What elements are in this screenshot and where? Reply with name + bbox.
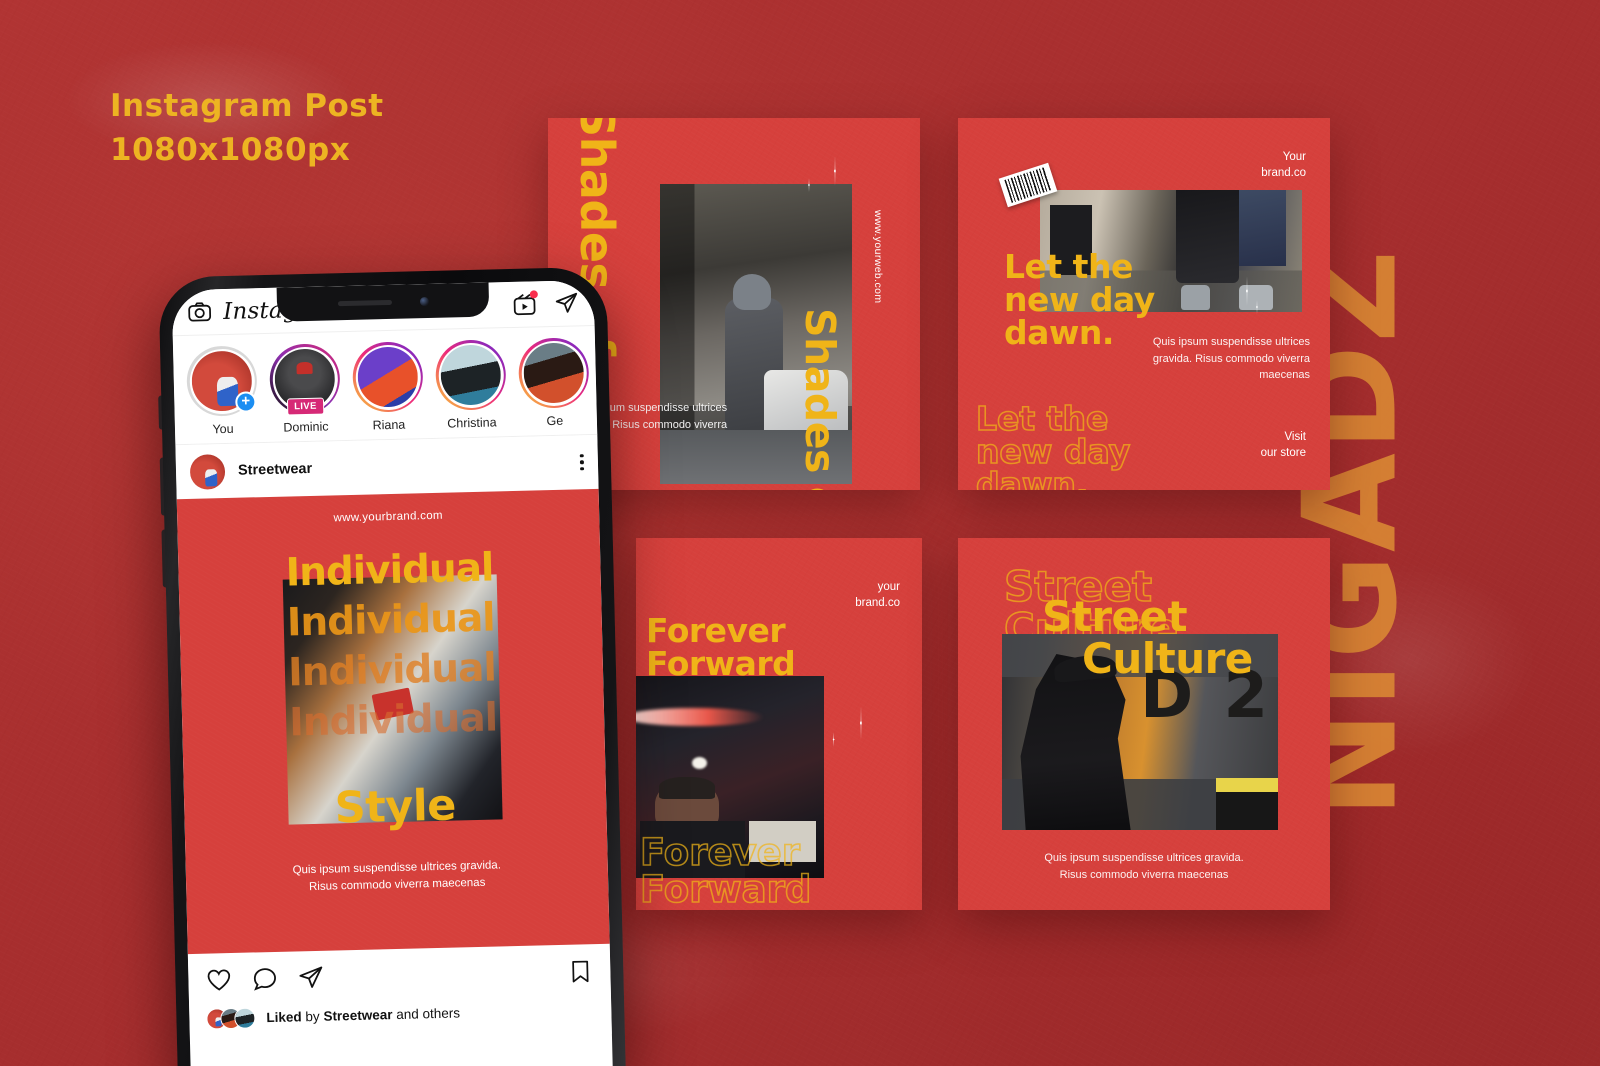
story-item-dominic[interactable]: LIVE Dominic bbox=[268, 343, 341, 435]
paper-plane-icon[interactable] bbox=[297, 964, 325, 997]
story-item-you[interactable]: + You bbox=[185, 345, 258, 437]
post-card-let-the-new-day-dawn[interactable]: Let the new day dawn. Let the new day da… bbox=[958, 118, 1330, 490]
story-label: Christina bbox=[447, 415, 497, 431]
card2-caption: Quis ipsum suspendisse ultrices gravida.… bbox=[1152, 336, 1310, 382]
card4-photo-stripe bbox=[1216, 778, 1278, 792]
phone-mockup: Instagram bbox=[158, 266, 626, 1066]
story-label: Dominic bbox=[283, 419, 329, 435]
card4-headline-line: Culture bbox=[1082, 634, 1253, 683]
story-item-riana[interactable]: Riana bbox=[351, 341, 424, 433]
page-title: Instagram Post bbox=[110, 88, 384, 124]
card1-website: www.yourweb.com bbox=[872, 210, 884, 304]
card4-headline: Street Culture bbox=[1042, 596, 1253, 680]
card2-cta-line: Visit bbox=[1284, 431, 1306, 443]
card2-brand: Your brand.co bbox=[1261, 150, 1306, 181]
card3-ghost-line: Forward bbox=[639, 868, 812, 910]
story-label: You bbox=[212, 421, 234, 437]
mockup-canvas: Instagram Post 1080x1080px NIGADZ Shades… bbox=[0, 0, 1600, 1066]
camera-icon[interactable] bbox=[187, 299, 213, 325]
card3-headline-line: Forward bbox=[646, 644, 796, 683]
story-label: Ge bbox=[546, 413, 564, 429]
phone-earpiece bbox=[337, 299, 392, 306]
post-card-street-culture[interactable]: Street Culture D 2 Street Culture Quis i… bbox=[958, 538, 1330, 910]
liked-by-word: by bbox=[305, 1008, 320, 1025]
page-subtitle: 1080x1080px bbox=[110, 132, 351, 169]
phone-notch bbox=[276, 282, 490, 322]
card2-headline-line: new day bbox=[1004, 280, 1155, 319]
post-card-forever-forward[interactable]: Forever Forward Forever Forward your bra… bbox=[636, 538, 922, 910]
card3-ghost-line: Forever bbox=[639, 831, 801, 874]
heart-icon[interactable] bbox=[205, 966, 233, 999]
more-options-icon[interactable] bbox=[580, 453, 585, 471]
card3-ghost-headline: Forever Forward bbox=[639, 831, 812, 910]
paper-plane-icon[interactable] bbox=[554, 290, 580, 316]
card2-brand-line: Your bbox=[1282, 151, 1306, 163]
sparkle-icon bbox=[844, 706, 878, 740]
story-ring bbox=[434, 339, 507, 411]
liked-by-user[interactable]: Streetwear bbox=[323, 1007, 392, 1024]
card3-headline-line: Forever bbox=[646, 611, 786, 650]
card3-brand-line: your bbox=[877, 581, 900, 593]
card4-photo-block bbox=[1216, 792, 1278, 830]
card2-brand-line: brand.co bbox=[1261, 166, 1306, 179]
comment-icon[interactable] bbox=[251, 965, 279, 998]
card3-headline: Forever Forward bbox=[646, 611, 796, 683]
card2-ghost-line: dawn. bbox=[975, 465, 1089, 490]
card4-caption: Quis ipsum suspendisse ultrices gravida.… bbox=[1044, 852, 1244, 881]
card2-ghost-headline: Let the new day dawn. bbox=[975, 399, 1131, 490]
card2-ghost-line: new day bbox=[975, 432, 1131, 471]
avatar[interactable] bbox=[189, 453, 226, 490]
liked-label: Liked bbox=[266, 1009, 302, 1026]
post-image[interactable]: www.yourbrand.com Individual Individual … bbox=[176, 488, 610, 955]
sparkle-icon bbox=[820, 156, 850, 186]
card1-headline-right: Shades of compet bbox=[796, 308, 844, 490]
card3-brand-line: brand.co bbox=[855, 596, 900, 609]
post-username[interactable]: Streetwear bbox=[238, 461, 313, 479]
post-caption: Quis ipsum suspendisse ultrices gravida.… bbox=[292, 859, 502, 894]
add-story-badge[interactable]: + bbox=[235, 391, 257, 413]
sparkle-icon bbox=[826, 732, 841, 747]
igtv-icon[interactable] bbox=[512, 290, 538, 317]
phone-screen: Instagram bbox=[171, 279, 613, 1066]
card3-brand: your brand.co bbox=[855, 580, 900, 611]
post-subheadline: Style bbox=[334, 780, 457, 834]
stories-tray[interactable]: + You LIVE Dominic Riana Christina Ge bbox=[172, 325, 598, 446]
sparkle-icon bbox=[1250, 300, 1264, 314]
live-badge: LIVE bbox=[286, 397, 325, 416]
bookmark-icon[interactable] bbox=[567, 958, 594, 990]
card2-ghost-line: Let the bbox=[975, 399, 1109, 438]
liked-by-avatars bbox=[206, 1007, 256, 1030]
page-title-block: Instagram Post 1080x1080px bbox=[110, 84, 384, 172]
phone-front-camera bbox=[419, 296, 429, 306]
story-item-ge[interactable]: Ge bbox=[517, 337, 590, 429]
story-ring bbox=[351, 341, 424, 413]
card2-cta[interactable]: Visit our store bbox=[1261, 430, 1306, 461]
sparkle-icon bbox=[802, 178, 816, 192]
story-label: Riana bbox=[372, 417, 406, 433]
card4-headline-line: Street bbox=[1042, 592, 1188, 641]
card2-cta-line: our store bbox=[1260, 446, 1306, 459]
liked-by-text: Liked by Streetwear and others bbox=[266, 1005, 460, 1025]
card2-headline-line: Let the bbox=[1004, 247, 1133, 286]
story-ring bbox=[517, 337, 590, 409]
liked-by-suffix: and others bbox=[396, 1005, 461, 1022]
story-item-christina[interactable]: Christina bbox=[434, 339, 507, 431]
avatar bbox=[234, 1007, 256, 1029]
